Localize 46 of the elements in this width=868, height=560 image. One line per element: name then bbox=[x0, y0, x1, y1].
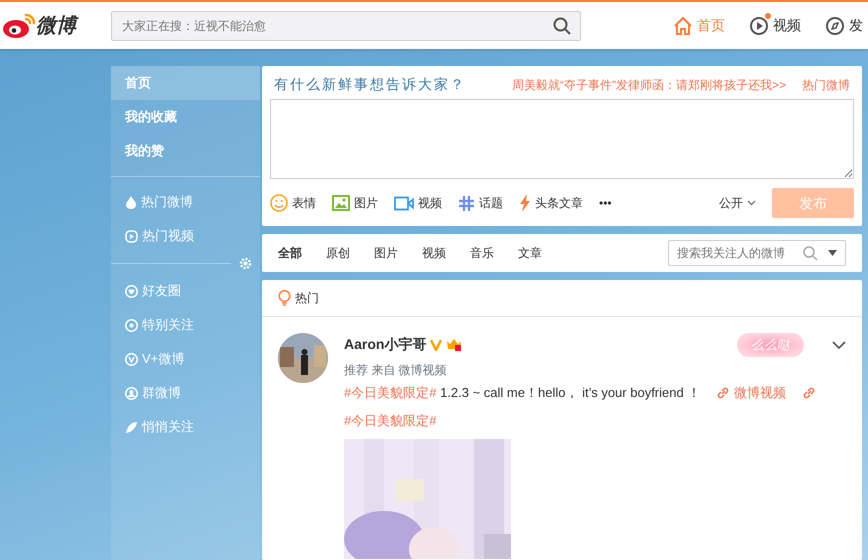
crown-icon bbox=[446, 337, 462, 352]
more-button[interactable]: ••• bbox=[599, 194, 612, 212]
filter-tab[interactable]: 原创 bbox=[326, 244, 350, 262]
lightbulb-icon bbox=[278, 290, 291, 306]
sticker: 么么哒 bbox=[737, 333, 804, 356]
toolbar-button[interactable]: 头条文章 bbox=[519, 194, 583, 212]
section-title: 热门 bbox=[295, 290, 319, 307]
link-icon bbox=[716, 386, 730, 400]
compass-icon bbox=[825, 16, 845, 36]
filter-tab[interactable]: 全部 bbox=[278, 244, 302, 262]
leaf-icon bbox=[125, 420, 138, 434]
toolbar-button[interactable]: 话题 bbox=[458, 194, 503, 212]
composer-prompt: 有什么新鲜事想告诉大家？ bbox=[274, 75, 466, 94]
nav-link[interactable]: 视频 bbox=[749, 15, 801, 36]
toolbar-button[interactable]: 图片 bbox=[332, 194, 378, 212]
nav-link[interactable]: 发 bbox=[825, 15, 863, 36]
smiley-icon bbox=[270, 194, 288, 212]
search-field[interactable]: 大家正在搜：近视不能治愈 bbox=[111, 10, 581, 40]
author-name[interactable]: Aaron小宇哥 bbox=[344, 334, 426, 356]
toolbar-button[interactable]: 表情 bbox=[270, 194, 316, 212]
filter-tab[interactable]: 视频 bbox=[422, 244, 446, 262]
chevron-down-icon[interactable] bbox=[832, 340, 846, 349]
post-sentence: 1.2.3 ~ call me！hello， it’s your boyfriend ！ bbox=[439, 384, 700, 400]
visibility-dropdown[interactable]: 公开 bbox=[719, 194, 756, 212]
v-circle-icon bbox=[125, 352, 138, 366]
hashtag-icon bbox=[458, 194, 475, 212]
image-icon bbox=[332, 195, 350, 211]
eye-icon bbox=[125, 318, 138, 332]
caret-icon[interactable] bbox=[828, 250, 837, 256]
post-input[interactable] bbox=[270, 99, 854, 179]
feed-search-field[interactable]: 搜索我关注人的微博 bbox=[668, 240, 846, 266]
link-icon[interactable] bbox=[802, 384, 816, 400]
play-icon bbox=[749, 16, 769, 36]
lightning-icon bbox=[519, 194, 531, 212]
toolbar-button[interactable]: 视频 bbox=[394, 194, 442, 212]
caret-icon bbox=[747, 200, 756, 206]
filter-tab[interactable]: 图片 bbox=[374, 244, 398, 262]
search-icon[interactable] bbox=[553, 16, 571, 34]
video-camera-icon bbox=[394, 196, 414, 210]
person-icon bbox=[125, 386, 138, 400]
filter-tab[interactable]: 音乐 bbox=[470, 244, 494, 262]
play-icon bbox=[125, 230, 138, 242]
post-meta: 推荐 来自 微博视频 bbox=[344, 362, 448, 378]
filter-tab[interactable]: 文章 bbox=[518, 244, 542, 262]
home-icon bbox=[673, 16, 693, 36]
gear-icon[interactable] bbox=[239, 257, 252, 270]
